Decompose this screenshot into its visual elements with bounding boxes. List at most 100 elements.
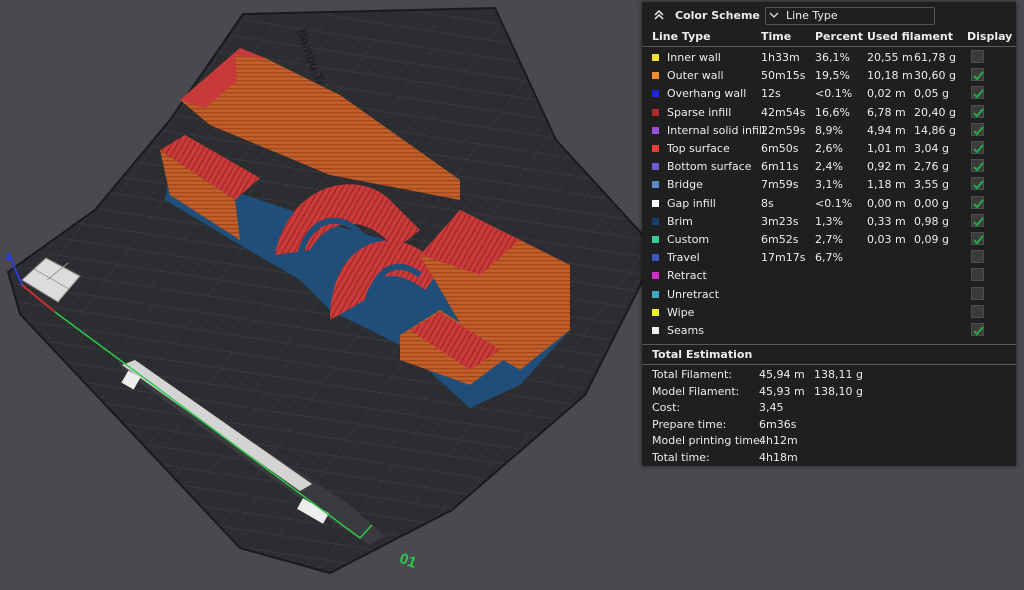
line-percent: 8,9% bbox=[815, 123, 843, 137]
checkmark-icon bbox=[973, 162, 984, 172]
color-swatch bbox=[652, 145, 659, 152]
estimation-label: Total Filament: bbox=[652, 368, 733, 381]
line-filament-length: 1,18 m bbox=[867, 178, 906, 192]
display-checkbox[interactable] bbox=[971, 195, 984, 209]
legend-row: Travel 17m17s 6,7% bbox=[642, 250, 1016, 268]
display-checkbox[interactable] bbox=[971, 50, 984, 63]
legend-row: Sparse infill 42m54s 16,6% 6,78 m 20,40 g bbox=[642, 104, 1016, 123]
line-filament-weight: 0,09 g bbox=[914, 233, 949, 246]
color-swatch bbox=[652, 272, 659, 280]
line-percent: 19,5% bbox=[815, 69, 850, 83]
display-checkbox[interactable] bbox=[971, 177, 984, 191]
line-percent: <0.1% bbox=[815, 87, 853, 101]
col-time: Time bbox=[761, 30, 792, 43]
line-type-name: Gap infill bbox=[667, 196, 716, 210]
legend-row: Internal solid infill 22m59s 8,9% 4,94 m 14,… bbox=[642, 122, 1016, 141]
checkmark-icon bbox=[973, 217, 984, 227]
legend-row: Bottom surface 6m11s 2,4% 0,92 m 2,76 g bbox=[642, 159, 1016, 177]
line-type-name: Custom bbox=[667, 233, 710, 246]
legend-row: Wipe bbox=[642, 304, 1016, 323]
estimation-value-secondary: 138,10 g bbox=[814, 384, 863, 398]
estimation-value: 45,93 m bbox=[759, 384, 805, 398]
display-checkbox[interactable] bbox=[971, 86, 984, 100]
line-filament-length: 0,00 m bbox=[867, 196, 906, 210]
line-type-name: Unretract bbox=[667, 287, 720, 301]
color-scheme-value: Line Type bbox=[786, 9, 838, 22]
checkmark-icon bbox=[973, 126, 984, 136]
legend-row: Custom 6m52s 2,7% 0,03 m 0,09 g bbox=[642, 232, 1016, 250]
line-percent: <0.1% bbox=[815, 196, 853, 210]
estimation-label: Cost: bbox=[652, 401, 681, 414]
checkmark-icon bbox=[973, 326, 984, 336]
line-percent: 1,3% bbox=[815, 214, 843, 228]
plate-number: 01 bbox=[397, 550, 418, 572]
line-time: 8s bbox=[761, 196, 774, 210]
checkmark-icon bbox=[973, 180, 984, 190]
line-time: 6m52s bbox=[761, 233, 799, 246]
legend-row: Outer wall 50m15s 19,5% 10,18 m 30,60 g bbox=[642, 68, 1016, 86]
estimation-label: Model Filament: bbox=[652, 384, 740, 398]
display-checkbox[interactable] bbox=[971, 122, 984, 136]
display-checkbox[interactable] bbox=[971, 159, 984, 173]
line-percent: 3,1% bbox=[815, 178, 843, 192]
line-type-name: Outer wall bbox=[667, 69, 724, 83]
display-checkbox[interactable] bbox=[971, 213, 984, 227]
chevron-down-icon bbox=[769, 12, 779, 18]
line-type-name: Travel bbox=[667, 251, 700, 265]
color-swatch bbox=[652, 90, 659, 98]
line-percent: 36,1% bbox=[815, 51, 850, 64]
display-checkbox[interactable] bbox=[971, 232, 984, 245]
legend-row: Brim 3m23s 1,3% 0,33 m 0,98 g bbox=[642, 213, 1016, 232]
estimation-value: 4h12m bbox=[759, 434, 798, 447]
display-checkbox[interactable] bbox=[971, 68, 984, 82]
legend-row: Seams bbox=[642, 323, 1016, 341]
display-checkbox[interactable] bbox=[971, 104, 984, 118]
line-type-name: Retract bbox=[667, 269, 707, 283]
estimation-value-secondary: 138,11 g bbox=[814, 368, 863, 381]
chevron-up-double-icon[interactable] bbox=[652, 8, 666, 22]
estimation-label: Total time: bbox=[652, 450, 710, 464]
estimation-value: 45,94 m bbox=[759, 368, 805, 381]
color-swatch bbox=[652, 290, 659, 298]
line-time: 22m59s bbox=[761, 123, 806, 137]
legend-row: Gap infill 8s <0.1% 0,00 m 0,00 g bbox=[642, 195, 1016, 214]
line-time: 6m50s bbox=[761, 142, 799, 155]
legend-header: Color Scheme Line Type bbox=[652, 7, 1016, 26]
line-type-name: Seams bbox=[667, 324, 704, 337]
checkmark-icon bbox=[973, 199, 984, 208]
line-time: 50m15s bbox=[761, 69, 806, 83]
display-checkbox[interactable] bbox=[971, 141, 984, 154]
legend-row: Top surface 6m50s 2,6% 1,01 m 3,04 g bbox=[642, 141, 1016, 159]
divider bbox=[642, 364, 1016, 365]
display-checkbox[interactable] bbox=[971, 323, 984, 336]
color-scheme-dropdown[interactable]: Line Type bbox=[765, 7, 935, 25]
line-filament-weight: 0,05 g bbox=[914, 87, 949, 101]
color-swatch bbox=[652, 254, 659, 262]
checkmark-icon bbox=[973, 235, 984, 245]
checkmark-icon bbox=[973, 71, 984, 81]
line-percent: 2,6% bbox=[815, 142, 843, 155]
line-time: 42m54s bbox=[761, 105, 806, 119]
line-time: 6m11s bbox=[761, 160, 799, 174]
line-filament-length: 20,55 m bbox=[867, 51, 913, 64]
line-type-name: Internal solid infill bbox=[667, 123, 766, 137]
color-swatch bbox=[652, 217, 659, 225]
line-filament-weight: 3,04 g bbox=[914, 142, 949, 155]
color-swatch bbox=[652, 72, 659, 80]
line-type-name: Bottom surface bbox=[667, 160, 752, 174]
line-filament-weight: 0,98 g bbox=[914, 214, 949, 228]
line-type-name: Inner wall bbox=[667, 51, 721, 64]
display-checkbox[interactable] bbox=[971, 268, 984, 282]
color-scheme-label: Color Scheme bbox=[675, 9, 760, 22]
line-filament-length: 0,02 m bbox=[867, 87, 906, 101]
legend-row: Retract bbox=[642, 268, 1016, 286]
display-checkbox[interactable] bbox=[971, 250, 984, 264]
line-filament-length: 1,01 m bbox=[867, 142, 906, 155]
display-checkbox[interactable] bbox=[971, 286, 984, 300]
line-filament-weight: 2,76 g bbox=[914, 160, 949, 174]
line-filament-length: 0,92 m bbox=[867, 160, 906, 174]
color-swatch bbox=[652, 308, 659, 316]
display-checkbox[interactable] bbox=[971, 304, 984, 318]
checkmark-icon bbox=[973, 144, 984, 154]
line-filament-weight: 61,78 g bbox=[914, 51, 956, 64]
